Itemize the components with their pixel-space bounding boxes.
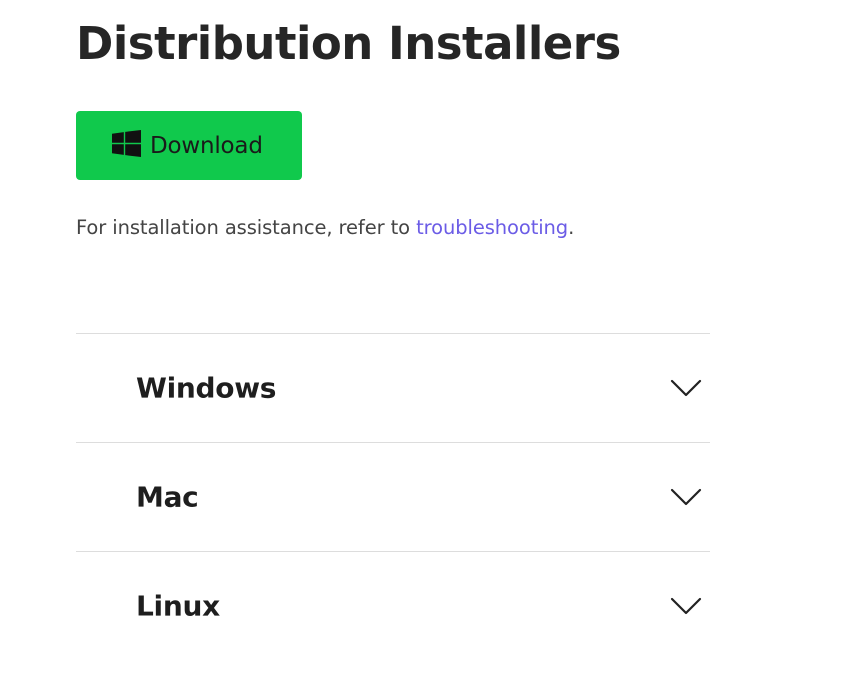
os-accordion: Windows Mac Linux: [76, 333, 710, 660]
help-text-suffix: .: [568, 216, 575, 239]
chevron-down-icon[interactable]: [670, 597, 702, 615]
troubleshooting-link[interactable]: troubleshooting: [416, 216, 568, 239]
accordion-label-mac: Mac: [136, 480, 199, 514]
chevron-down-icon[interactable]: [670, 488, 702, 506]
accordion-label-linux: Linux: [136, 589, 220, 623]
windows-logo-icon: [112, 130, 141, 157]
download-button[interactable]: Download: [76, 111, 302, 180]
accordion-item-mac[interactable]: Mac: [76, 443, 710, 552]
help-text-prefix: For installation assistance, refer to: [76, 216, 417, 239]
accordion-item-linux[interactable]: Linux: [76, 552, 710, 660]
accordion-item-windows[interactable]: Windows: [76, 334, 710, 443]
page-title: Distribution Installers: [76, 17, 621, 70]
installation-help-text: For installation assistance, refer to tr…: [76, 214, 574, 242]
chevron-down-icon[interactable]: [670, 379, 702, 397]
accordion-label-windows: Windows: [136, 371, 277, 405]
download-button-label: Download: [150, 132, 263, 159]
